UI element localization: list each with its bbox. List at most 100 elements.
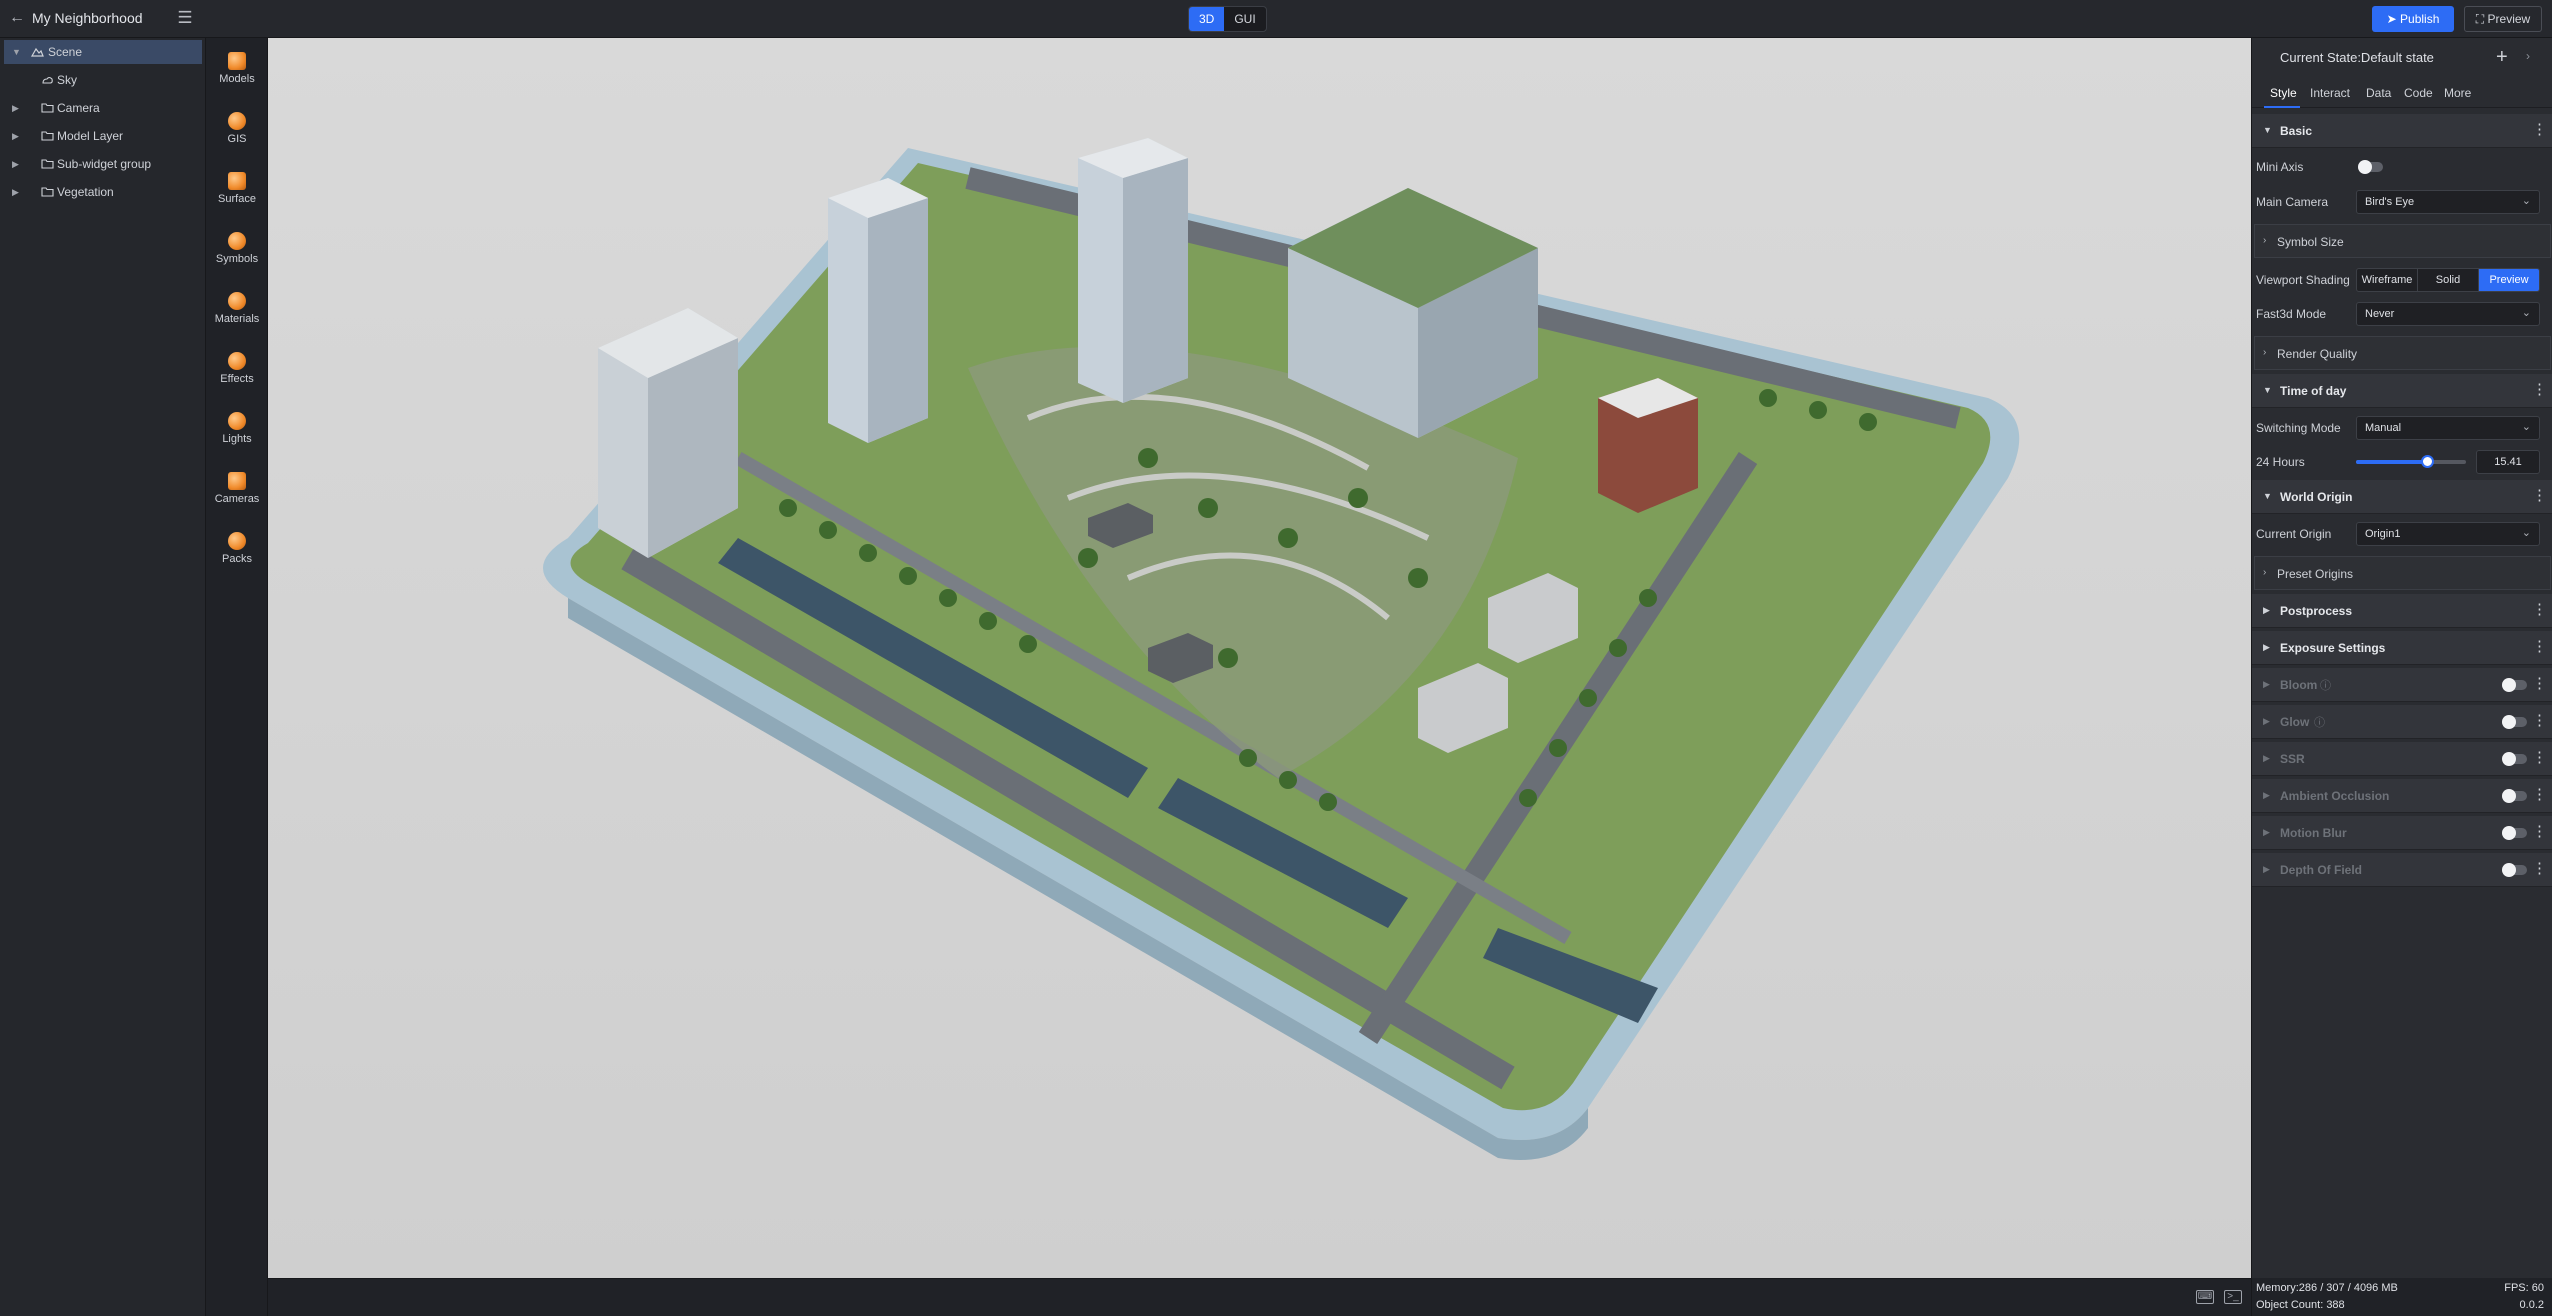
tree-item-model-layer[interactable]: ▶ Model Layer [4,124,202,148]
mode-gui-button[interactable]: GUI [1224,7,1265,31]
tool-effects[interactable]: Effects [206,342,268,398]
models-icon [228,52,246,70]
expand-right-icon[interactable]: ▶ [12,180,19,204]
main-camera-select[interactable]: Bird's Eye ⌄ [2356,190,2540,214]
sky-icon [42,76,53,84]
preset-origins-group[interactable]: › Preset Origins [2254,556,2551,590]
preview-label: Preview [2487,12,2531,26]
section-bloom[interactable]: ▶ Bloom ⓘ ⋮ [2252,668,2552,702]
more-options-icon[interactable]: ⋮ [2532,750,2547,765]
app-title: My Neighborhood [32,10,143,26]
more-options-icon[interactable]: ⋮ [2532,639,2547,654]
tree-item-vegetation[interactable]: ▶ Vegetation [4,180,202,204]
current-origin-label: Current Origin [2256,527,2332,541]
publish-button[interactable]: ➤ Publish [2372,6,2454,32]
select-value: Bird's Eye [2365,196,2415,208]
tool-surface[interactable]: Surface [206,162,268,218]
section-depth-of-field[interactable]: ▶ Depth Of Field ⋮ [2252,853,2552,887]
tree-item-sub-widget-group[interactable]: ▶ Sub-widget group [4,152,202,176]
tree-label: Sky [57,73,78,87]
current-state-title: Current State:Default state [2280,50,2434,65]
menu-icon[interactable]: ☰ [176,9,194,27]
tree-item-sky[interactable]: Sky [4,68,202,92]
shading-solid-button[interactable]: Solid [2418,269,2479,291]
version-readout: 0.0.2 [2519,1299,2544,1311]
help-icon[interactable]: ⓘ [2320,677,2331,693]
bloom-toggle[interactable] [2502,678,2527,692]
select-value: Manual [2365,422,2402,434]
keyboard-icon[interactable]: ⌨ [2196,1290,2214,1304]
shading-preview-button[interactable]: Preview [2479,269,2539,291]
more-options-icon[interactable]: ⋮ [2532,122,2547,137]
expand-down-icon[interactable]: ▼ [12,40,21,64]
more-options-icon[interactable]: ⋮ [2532,488,2547,503]
section-glow[interactable]: ▶ Glow ⓘ ⋮ [2252,705,2552,739]
section-time-of-day[interactable]: ▼ Time of day ⋮ [2252,374,2552,408]
section-ambient-occlusion[interactable]: ▶ Ambient Occlusion ⋮ [2252,779,2552,813]
tool-cameras[interactable]: Cameras [206,462,268,518]
expand-right-icon[interactable]: ▶ [12,124,19,148]
slider-handle[interactable] [2420,455,2434,468]
more-options-icon[interactable]: ⋮ [2532,787,2547,802]
motion-blur-toggle[interactable] [2502,826,2527,840]
depth-of-field-toggle[interactable] [2502,863,2527,877]
section-basic[interactable]: ▼ Basic ⋮ [2252,114,2552,148]
section-world-origin[interactable]: ▼ World Origin ⋮ [2252,480,2552,514]
tool-gis[interactable]: GIS [206,102,268,158]
tool-packs[interactable]: Packs [206,522,268,578]
help-icon[interactable]: ⓘ [2314,714,2325,730]
more-options-icon[interactable]: ⋮ [2532,676,2547,691]
shading-wireframe-button[interactable]: Wireframe [2357,269,2418,291]
select-value: Never [2365,308,2395,320]
expand-right-icon[interactable]: ▶ [12,96,19,120]
object-count-readout: Object Count: 388 [2256,1299,2345,1311]
3d-viewport[interactable] [268,38,2251,1278]
current-origin-select[interactable]: Origin1 ⌄ [2356,522,2540,546]
hours-slider[interactable] [2356,455,2466,468]
more-options-icon[interactable]: ⋮ [2532,382,2547,397]
tab-data[interactable]: Data [2366,86,2391,100]
section-exposure-settings[interactable]: ▶ Exposure Settings ⋮ [2252,631,2552,665]
tool-materials[interactable]: Materials [206,282,268,338]
mini-axis-toggle[interactable] [2358,160,2383,174]
add-state-icon[interactable]: + [2496,46,2508,69]
tool-models[interactable]: Models [206,42,268,98]
section-motion-blur[interactable]: ▶ Motion Blur ⋮ [2252,816,2552,850]
terminal-icon[interactable]: >_ [2224,1290,2242,1304]
group-title: Preset Origins [2277,567,2354,581]
chevron-right-icon[interactable]: › [2526,49,2530,63]
more-options-icon[interactable]: ⋮ [2532,824,2547,839]
tree-item-camera[interactable]: ▶ Camera [4,96,202,120]
collapse-icon: ▼ [2263,491,2272,501]
main-camera-label: Main Camera [2256,195,2329,209]
more-options-icon[interactable]: ⋮ [2532,713,2547,728]
switching-mode-select[interactable]: Manual ⌄ [2356,416,2540,440]
more-options-icon[interactable]: ⋮ [2532,861,2547,876]
render-quality-group[interactable]: › Render Quality [2254,336,2551,370]
tool-label: Effects [220,373,254,385]
ssr-toggle[interactable] [2502,752,2527,766]
tab-interact[interactable]: Interact [2310,86,2350,100]
tool-lights[interactable]: Lights [206,402,268,458]
more-options-icon[interactable]: ⋮ [2532,602,2547,617]
tool-symbols[interactable]: Symbols [206,222,268,278]
tab-style[interactable]: Style [2270,86,2297,100]
tab-code[interactable]: Code [2404,86,2433,100]
chevron-down-icon: ⌄ [2521,421,2531,433]
glow-toggle[interactable] [2502,715,2527,729]
hours-input[interactable]: 15.41 [2476,450,2540,474]
collapse-icon: ▼ [2263,125,2272,135]
expand-right-icon[interactable]: ▶ [12,152,19,176]
expand-icon: ▶ [2263,864,2270,874]
section-postprocess[interactable]: ▶ Postprocess ⋮ [2252,594,2552,628]
tree-item-scene[interactable]: ▼ Scene [4,40,202,64]
fast3d-mode-select[interactable]: Never ⌄ [2356,302,2540,326]
ambient-occlusion-toggle[interactable] [2502,789,2527,803]
symbol-size-group[interactable]: › Symbol Size [2254,224,2551,258]
preview-button[interactable]: ⛶ Preview [2464,6,2542,32]
tab-more[interactable]: More [2444,86,2471,100]
mode-3d-button[interactable]: 3D [1189,7,1225,31]
section-ssr[interactable]: ▶ SSR ⋮ [2252,742,2552,776]
folder-icon [41,187,54,197]
back-arrow-icon[interactable]: ← [8,9,26,27]
